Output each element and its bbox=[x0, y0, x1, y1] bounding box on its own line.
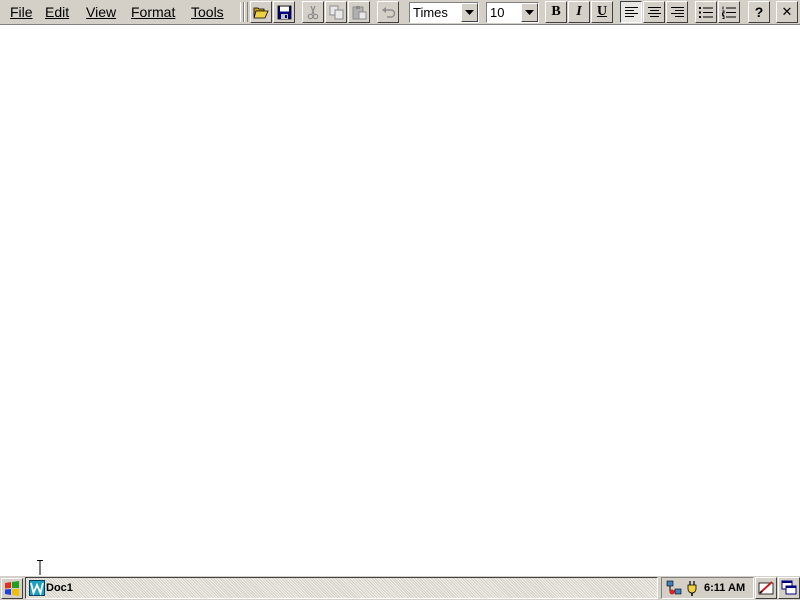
font-name-combo[interactable]: Times bbox=[409, 2, 479, 23]
desktop-switch-button[interactable] bbox=[778, 577, 800, 599]
pen-input-icon bbox=[758, 581, 774, 595]
input-panel-button[interactable] bbox=[755, 577, 777, 599]
clock[interactable]: 6:11 AM bbox=[704, 578, 745, 598]
bullets-button[interactable] bbox=[695, 1, 717, 23]
toolbar-grip-2[interactable] bbox=[244, 2, 248, 22]
cut-icon bbox=[307, 5, 319, 19]
italic-button[interactable]: I bbox=[568, 1, 590, 23]
wordpad-w-icon bbox=[29, 580, 45, 596]
document-area[interactable] bbox=[0, 25, 800, 575]
cut-button[interactable] bbox=[302, 1, 324, 23]
taskbar-item-doc1[interactable]: Doc1 bbox=[25, 577, 658, 599]
menu-edit[interactable]: Edit bbox=[43, 0, 71, 24]
undo-button[interactable] bbox=[377, 1, 399, 23]
windows-cascade-icon bbox=[781, 580, 797, 595]
bullet-list-icon bbox=[699, 6, 713, 18]
align-center-icon bbox=[647, 7, 661, 17]
command-bar: File Edit View Format Tools Times 10 B I… bbox=[0, 0, 800, 25]
open-button[interactable] bbox=[250, 1, 272, 23]
start-button[interactable] bbox=[1, 578, 23, 599]
align-right-button[interactable] bbox=[666, 1, 688, 23]
menu-tools[interactable]: Tools bbox=[189, 0, 226, 24]
system-tray: 6:11 AM bbox=[661, 577, 754, 599]
paste-button[interactable] bbox=[348, 1, 370, 23]
align-left-button[interactable] bbox=[620, 1, 642, 23]
copy-icon bbox=[329, 5, 343, 19]
menu-format[interactable]: Format bbox=[129, 0, 177, 24]
menu-file[interactable]: File bbox=[8, 0, 35, 24]
save-button[interactable] bbox=[273, 1, 295, 23]
text-cursor-icon bbox=[37, 560, 43, 576]
align-center-button[interactable] bbox=[643, 1, 665, 23]
underline-label: U bbox=[596, 4, 608, 19]
taskbar-item-label: Doc1 bbox=[46, 582, 73, 594]
align-left-icon bbox=[624, 7, 638, 17]
numbering-button[interactable] bbox=[718, 1, 740, 23]
font-name-dropdown[interactable] bbox=[461, 3, 478, 22]
undo-icon bbox=[381, 7, 395, 18]
network-icon[interactable] bbox=[666, 580, 682, 596]
chevron-down-icon bbox=[525, 10, 534, 15]
align-right-icon bbox=[670, 7, 684, 17]
paste-icon bbox=[352, 5, 366, 19]
bold-button[interactable]: B bbox=[545, 1, 567, 23]
font-name-value: Times bbox=[413, 5, 448, 20]
font-size-dropdown[interactable] bbox=[521, 3, 538, 22]
bold-label: B bbox=[551, 4, 561, 19]
open-folder-icon bbox=[253, 7, 269, 19]
copy-button[interactable] bbox=[325, 1, 347, 23]
chevron-down-icon bbox=[465, 10, 474, 15]
close-button[interactable]: ✕ bbox=[776, 1, 798, 23]
close-icon: ✕ bbox=[781, 4, 793, 19]
numbered-list-icon bbox=[722, 6, 736, 19]
help-button[interactable]: ? bbox=[748, 1, 770, 23]
save-disk-icon bbox=[277, 5, 291, 19]
help-icon: ? bbox=[754, 4, 764, 20]
windows-logo-icon bbox=[5, 580, 19, 596]
font-size-value: 10 bbox=[490, 5, 505, 20]
font-size-combo[interactable]: 10 bbox=[486, 2, 539, 23]
taskbar: Doc1 6:11 AM bbox=[0, 575, 800, 600]
power-plug-icon[interactable] bbox=[684, 580, 700, 596]
menu-view[interactable]: View bbox=[84, 0, 118, 24]
underline-button[interactable]: U bbox=[591, 1, 613, 23]
italic-label: I bbox=[576, 4, 582, 19]
